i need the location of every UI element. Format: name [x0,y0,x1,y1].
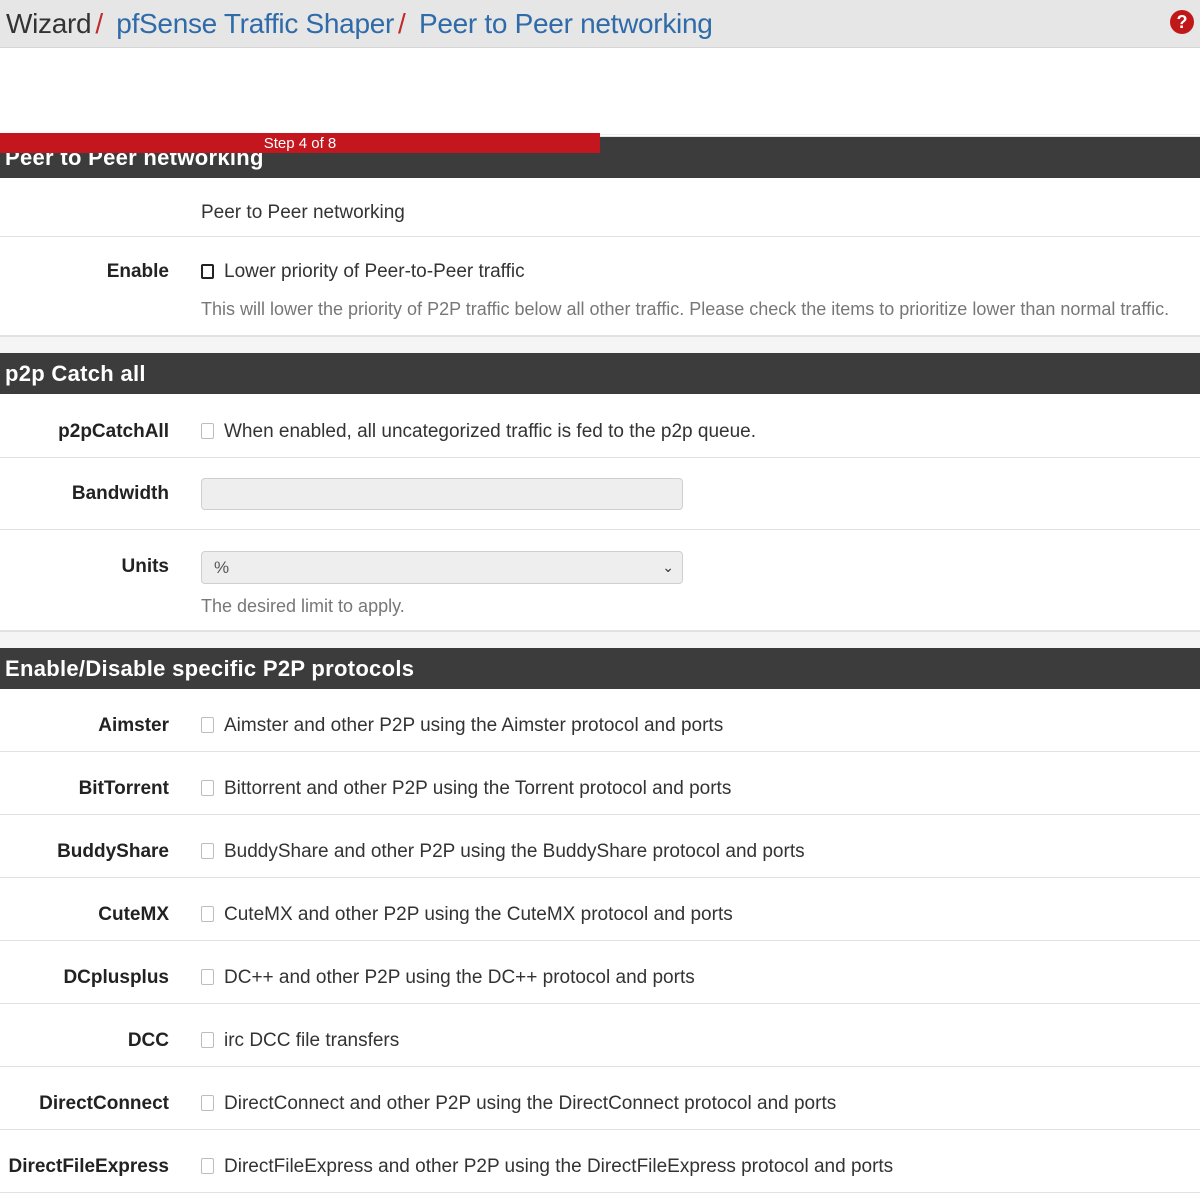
breadcrumb-link-p2p[interactable]: Peer to Peer networking [419,8,713,39]
protocol-text: DirectFileExpress and other P2P using th… [224,1156,894,1177]
protocol-checkbox[interactable] [201,780,214,796]
enable-option[interactable]: Lower priority of Peer-to-Peer traffic [201,261,1169,283]
protocol-row: DirectConnect DirectConnect and other P2P… [0,1067,1200,1130]
protocol-label: DirectFileExpress [8,1156,169,1177]
section-gap [0,336,1200,353]
protocol-checkbox[interactable] [201,906,214,922]
protocol-text: DC++ and other P2P using the DC++ protoc… [224,967,695,988]
protocol-checkbox[interactable] [201,969,214,985]
protocol-row: CuteMX CuteMX and other P2P using the Cut… [0,878,1200,941]
protocol-text: CuteMX and other P2P using the CuteMX pr… [224,904,733,925]
description-text: Peer to Peer networking [201,202,405,223]
protocol-row: BuddyShare BuddyShare and other P2P using… [0,815,1200,878]
protocol-option[interactable]: DirectConnect and other P2P using the Di… [201,1067,836,1129]
breadcrumb-wizard: Wizard [6,7,92,39]
section-title: Enable/Disable specific P2P protocols [5,655,415,681]
protocol-checkbox[interactable] [201,1032,214,1048]
units-select[interactable]: % ⌄ [201,551,683,584]
catchall-label: p2pCatchAll [58,421,169,442]
protocol-list: Aimster Aimster and other P2P using the A… [0,689,1200,1193]
units-selected-value: % [214,557,230,577]
units-hint: The desired limit to apply. [201,596,405,616]
bandwidth-input[interactable] [201,478,683,510]
section-header-catchall: p2p Catch all [0,353,1200,394]
protocol-text: Aimster and other P2P using the Aimster … [224,715,724,736]
bandwidth-label: Bandwidth [71,483,169,504]
protocol-label: CuteMX [98,904,169,925]
protocol-text: irc DCC file transfers [224,1030,400,1051]
breadcrumb: Wizard / pfSense Traffic Shaper / Peer to … [0,8,713,40]
protocol-checkbox[interactable] [201,717,214,733]
protocol-label: Aimster [98,715,169,736]
protocol-row: DCplusplus DC++ and other P2P using the D… [0,941,1200,1004]
protocol-label: DCplusplus [63,967,169,988]
chevron-down-icon: ⌄ [662,559,674,575]
enable-row: Enable Lower priority of Peer-to-Peer tr… [0,237,1200,336]
protocol-text: DirectConnect and other P2P using the Di… [224,1093,837,1114]
protocol-checkbox[interactable] [201,843,214,859]
units-label: Units [121,556,170,577]
section-header-protocols: Enable/Disable specific P2P protocols [0,648,1200,689]
protocol-option[interactable]: irc DCC file transfers [201,1004,399,1066]
protocol-option[interactable]: BuddyShare and other P2P using the Buddy… [201,815,805,877]
protocol-checkbox[interactable] [201,1095,214,1111]
protocol-text: BuddyShare and other P2P using the Buddy… [224,841,805,862]
protocol-label: BitTorrent [78,778,169,799]
question-circle-icon[interactable]: ? [1170,10,1194,34]
protocol-label: DCC [127,1030,169,1051]
section-title: p2p Catch all [5,360,146,386]
breadcrumb-link-traffic-shaper[interactable]: pfSense Traffic Shaper [116,8,394,39]
protocol-label: BuddyShare [57,841,169,862]
protocol-option[interactable]: DirectFileExpress and other P2P using th… [201,1130,893,1192]
protocol-option[interactable]: Aimster and other P2P using the Aimster … [201,689,723,751]
protocol-label: DirectConnect [39,1093,169,1114]
protocol-checkbox[interactable] [201,1158,214,1174]
description-row: Peer to Peer networking [0,178,1200,237]
breadcrumb-separator: / [95,7,103,39]
description-label [0,178,169,236]
enable-checkbox[interactable] [201,264,214,279]
header-bar: Wizard / pfSense Traffic Shaper / Peer to … [0,0,1200,48]
enable-text: Lower priority of Peer-to-Peer traffic [224,261,525,282]
protocol-option[interactable]: DC++ and other P2P using the DC++ protoc… [201,941,695,1003]
wizard-progress: Step 4 of 8 [0,48,1200,153]
protocol-option[interactable]: CuteMX and other P2P using the CuteMX pr… [201,878,733,940]
progress-label: Step 4 of 8 [263,134,337,152]
enable-label: Enable [106,261,169,282]
protocol-text: Bittorrent and other P2P using the Torre… [224,778,732,799]
protocol-row: Aimster Aimster and other P2P using the A… [0,689,1200,752]
catchall-row: p2pCatchAll When enabled, all uncategori… [0,394,1200,458]
catchall-checkbox[interactable] [201,423,214,439]
units-row: Units % ⌄ The desired limit to apply. [0,530,1200,631]
protocol-row: DCC irc DCC file transfers [0,1004,1200,1067]
protocol-option[interactable]: Bittorrent and other P2P using the Torre… [201,752,731,814]
bandwidth-row: Bandwidth [0,458,1200,530]
section-gap [0,631,1200,648]
protocol-row: BitTorrent Bittorrent and other P2P using… [0,752,1200,815]
progress-bar: Step 4 of 8 [0,133,600,153]
protocol-row: DirectFileExpress DirectFileExpress and o… [0,1130,1200,1193]
catchall-text: When enabled, all uncategorized traffic … [224,421,757,442]
breadcrumb-separator: / [398,7,406,39]
catchall-option[interactable]: When enabled, all uncategorized traffic … [201,394,756,457]
enable-hint: This will lower the priority of P2P traf… [201,299,1170,319]
